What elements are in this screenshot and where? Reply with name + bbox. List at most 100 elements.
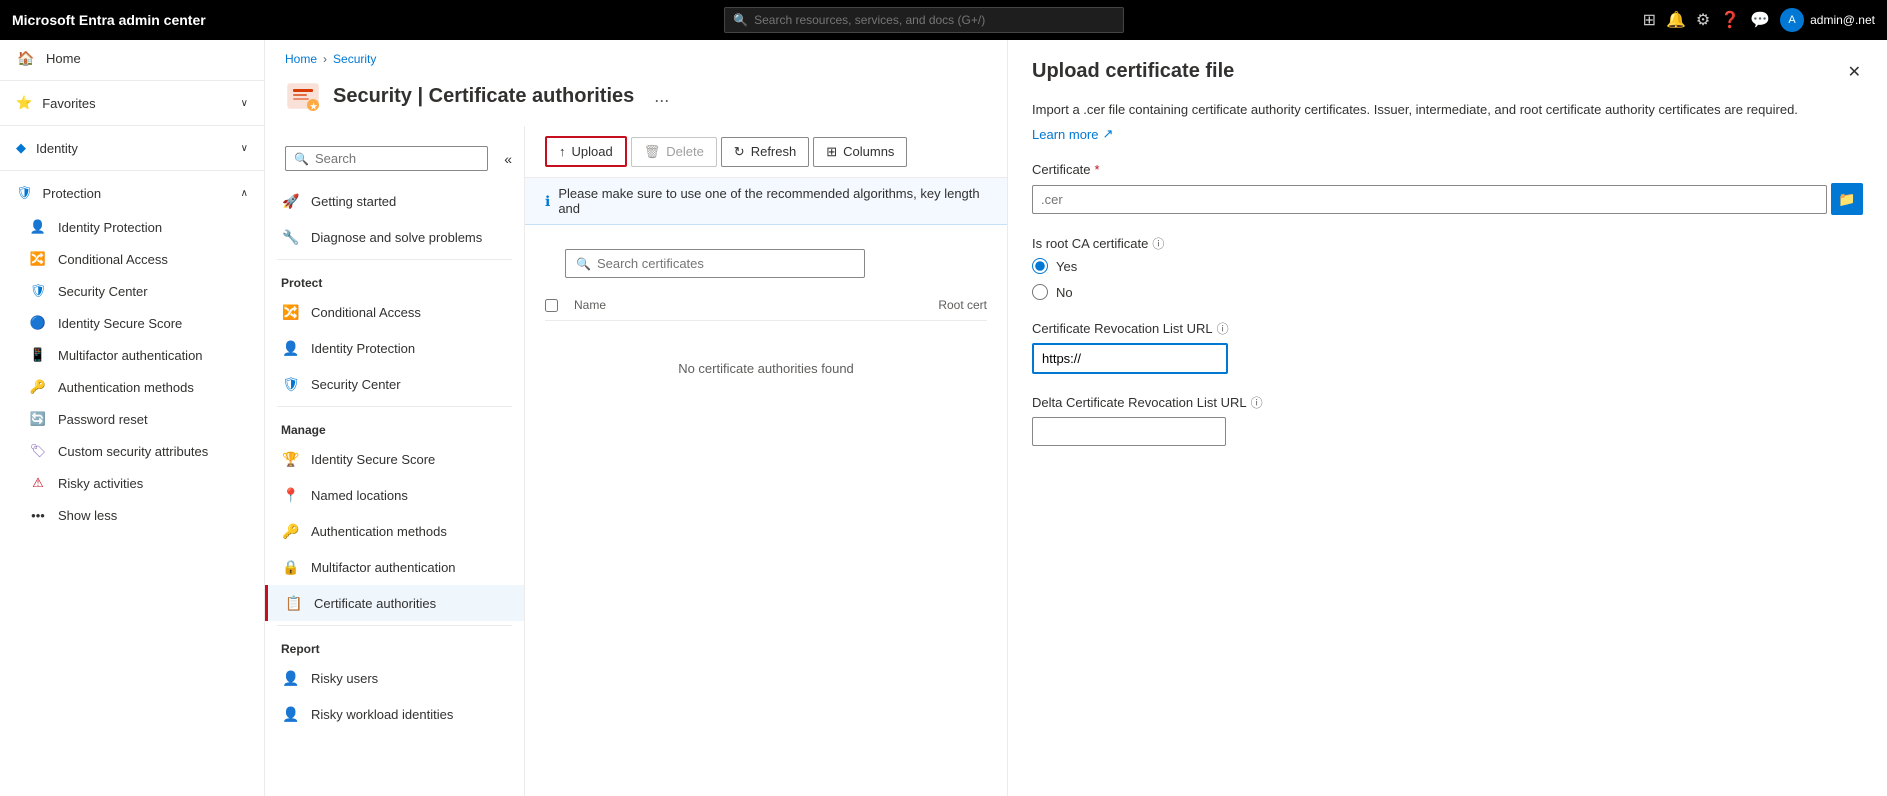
left-nav-search[interactable]: 🔍	[285, 146, 488, 171]
svg-text:★: ★	[310, 102, 318, 111]
crl-url-input[interactable]	[1032, 343, 1228, 374]
left-nav-named-locations[interactable]: 📍 Named locations	[265, 477, 524, 513]
sidebar-item-conditional-access[interactable]: 🔀 Conditional Access	[0, 243, 264, 275]
global-search-input[interactable]	[754, 13, 1115, 27]
main-content: ↑ Upload 🗑 Delete ↻ Refresh ⊞	[525, 126, 1007, 796]
folder-icon: 📁	[1838, 191, 1855, 208]
left-nav-security-center[interactable]: 🛡 Security Center	[265, 366, 524, 402]
diagnose-label: Diagnose and solve problems	[311, 230, 482, 245]
cert-auth-nav-icon: 📋	[284, 595, 304, 612]
cert-search[interactable]: 🔍	[565, 249, 865, 278]
columns-button[interactable]: ⊞ Columns	[813, 137, 907, 167]
multifactor-icon: 📱	[28, 347, 48, 363]
radio-yes[interactable]	[1032, 258, 1048, 274]
toolbar: ↑ Upload 🗑 Delete ↻ Refresh ⊞	[525, 126, 1007, 178]
main-panel: Home › Security ★ Security | Certificate…	[265, 40, 1007, 796]
delete-label: Delete	[666, 144, 704, 159]
sidebar-protection-header[interactable]: 🛡 Protection ∧	[0, 175, 264, 211]
left-nav-collapse-icon[interactable]: «	[500, 151, 516, 167]
sidebar-item-identity-secure-score[interactable]: 🔵 Identity Secure Score	[0, 307, 264, 339]
left-nav: 🔍 « 🚀 Getting started 🔧 Diagnose and sol…	[265, 126, 525, 796]
close-button[interactable]: ✕	[1846, 60, 1863, 84]
help-icon[interactable]: ❓	[1720, 10, 1740, 30]
upload-button[interactable]: ↑ Upload	[545, 136, 627, 167]
select-all-checkbox[interactable]	[545, 299, 558, 312]
left-nav-identity-secure-score[interactable]: 🏆 Identity Secure Score	[265, 441, 524, 477]
risky-workload-icon: 👤	[281, 706, 301, 723]
cond-access-label: Conditional Access	[311, 305, 421, 320]
bell-icon[interactable]: 🔔	[1666, 10, 1686, 30]
auth-methods-label: Authentication methods	[58, 380, 194, 395]
left-nav-risky-workload[interactable]: 👤 Risky workload identities	[265, 696, 524, 732]
sidebar-home-label: Home	[46, 51, 81, 66]
getting-started-label: Getting started	[311, 194, 396, 209]
file-browse-button[interactable]: 📁	[1831, 183, 1863, 215]
global-search[interactable]: 🔍	[724, 7, 1124, 33]
id-prot-icon: 👤	[281, 340, 301, 357]
sidebar-item-home[interactable]: 🏠 Home	[0, 40, 264, 76]
cond-access-icon: 🔀	[281, 304, 301, 321]
sidebar-item-custom-security[interactable]: 🏷 Custom security attributes	[0, 435, 264, 467]
delta-crl-label: Delta Certificate Revocation List URL ⓘ	[1032, 394, 1863, 411]
brand-label: Microsoft Entra admin center	[12, 12, 206, 28]
info-message: Please make sure to use one of the recom…	[558, 186, 987, 216]
delta-crl-form-group: Delta Certificate Revocation List URL ⓘ	[1032, 394, 1863, 446]
left-nav-identity-protection[interactable]: 👤 Identity Protection	[265, 330, 524, 366]
password-reset-label: Password reset	[58, 412, 148, 427]
left-nav-getting-started[interactable]: 🚀 Getting started	[265, 183, 524, 219]
id-prot-label: Identity Protection	[311, 341, 415, 356]
delta-crl-input[interactable]	[1032, 417, 1226, 446]
sidebar-item-identity-protection[interactable]: 👤 Identity Protection	[0, 211, 264, 243]
more-options-icon[interactable]: ...	[654, 86, 669, 107]
sidebar-favorites-header[interactable]: ⭐ Favorites ∨	[0, 85, 264, 121]
multifactor-nav-icon: 🔒	[281, 559, 301, 576]
left-nav-risky-users[interactable]: 👤 Risky users	[265, 660, 524, 696]
left-nav-conditional-access[interactable]: 🔀 Conditional Access	[265, 294, 524, 330]
sidebar-item-auth-methods[interactable]: 🔑 Authentication methods	[0, 371, 264, 403]
left-nav-diagnose[interactable]: 🔧 Diagnose and solve problems	[265, 219, 524, 255]
sidebar-identity-header[interactable]: ◆ Identity ∨	[0, 130, 264, 166]
columns-icon: ⊞	[826, 144, 837, 160]
left-nav-search-input[interactable]	[315, 151, 479, 166]
avatar: A	[1780, 8, 1804, 32]
sidebar-item-show-less[interactable]: ••• Show less	[0, 499, 264, 531]
radio-no-item[interactable]: No	[1032, 284, 1863, 300]
gear-icon[interactable]: ⚙	[1696, 10, 1710, 30]
portal-icon[interactable]: ⊞	[1643, 10, 1656, 30]
left-nav-multifactor[interactable]: 🔒 Multifactor authentication	[265, 549, 524, 585]
refresh-button[interactable]: ↻ Refresh	[721, 137, 809, 167]
chevron-down-icon-2: ∨	[241, 143, 248, 154]
page-header: ★ Security | Certificate authorities ...	[265, 74, 1007, 126]
left-nav-auth-methods[interactable]: 🔑 Authentication methods	[265, 513, 524, 549]
right-panel-title: Upload certificate file	[1032, 60, 1234, 83]
protect-section-label: Protect	[265, 264, 524, 294]
sidebar-item-risky-activities[interactable]: ⚠ Risky activities	[0, 467, 264, 499]
learn-more-label: Learn more	[1032, 127, 1098, 142]
learn-more-link[interactable]: Learn more ↗	[1032, 126, 1113, 142]
user-label: admin@.net	[1810, 13, 1875, 27]
content-area: Home › Security ★ Security | Certificate…	[265, 40, 1887, 796]
crl-url-info-icon: ⓘ	[1217, 320, 1229, 337]
is-root-ca-label-text: Is root CA certificate	[1032, 236, 1148, 251]
breadcrumb-home[interactable]: Home	[285, 52, 317, 66]
feedback-icon[interactable]: 💬	[1750, 10, 1770, 30]
cert-input[interactable]	[1032, 185, 1827, 214]
breadcrumb-security[interactable]: Security	[333, 52, 376, 66]
sidebar-item-password-reset[interactable]: 🔄 Password reset	[0, 403, 264, 435]
table-header: Name Root cert	[545, 290, 987, 321]
user-menu[interactable]: A admin@.net	[1780, 8, 1875, 32]
cert-search-input[interactable]	[597, 256, 854, 271]
radio-no[interactable]	[1032, 284, 1048, 300]
home-icon: 🏠	[16, 50, 36, 67]
identity-secure-score-label: Identity Secure Score	[58, 316, 182, 331]
risky-activities-icon: ⚠	[28, 475, 48, 491]
delete-button[interactable]: 🗑 Delete	[631, 137, 717, 167]
identity-protection-label: Identity Protection	[58, 220, 162, 235]
sidebar-item-multifactor[interactable]: 📱 Multifactor authentication	[0, 339, 264, 371]
certificate-form-group: Certificate * 📁	[1032, 162, 1863, 215]
radio-yes-item[interactable]: Yes	[1032, 258, 1863, 274]
ellipsis-icon: •••	[28, 508, 48, 523]
left-nav-cert-authorities[interactable]: 📋 Certificate authorities	[265, 585, 524, 621]
sidebar-divider-1	[0, 80, 264, 81]
sidebar-item-security-center[interactable]: 🛡 Security Center	[0, 275, 264, 307]
